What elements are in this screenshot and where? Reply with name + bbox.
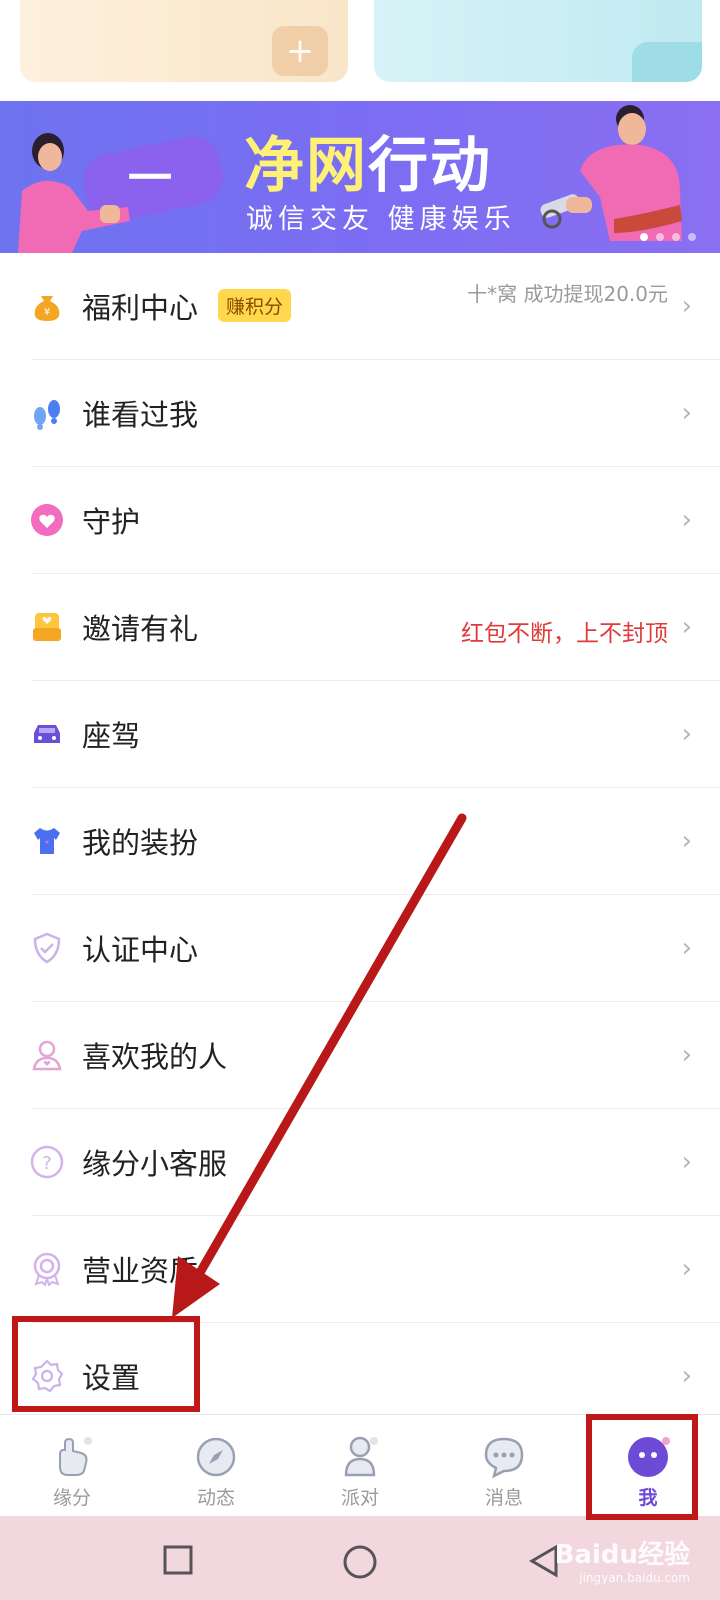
chevron-right-icon: › [681, 933, 692, 963]
tab-party[interactable]: 派对 [288, 1415, 432, 1516]
shield-check-icon [30, 931, 64, 965]
chevron-right-icon: › [681, 612, 692, 642]
system-navigation-bar: Baidu经验 jingyan.baidu.com [0, 1516, 720, 1600]
chevron-right-icon: › [681, 1361, 692, 1391]
menu-item-guard[interactable]: 守护 › [30, 467, 720, 574]
sign-text: 一 [128, 153, 172, 204]
svg-text:¥: ¥ [44, 307, 50, 318]
clean-net-banner[interactable]: 一 净网行动 诚信交友 健康娱乐 [0, 101, 720, 253]
svg-text:?: ? [42, 1153, 52, 1174]
withdraw-ticker: 十*窝 成功提现20.0元 [467, 283, 668, 306]
hand-icon [59, 1437, 92, 1476]
plus-icon: + [272, 26, 328, 76]
menu-item-customer-service[interactable]: ? 缘分小客服 › [30, 1109, 720, 1216]
top-cards: + [0, 0, 720, 100]
banner-title-rest: 行动 [368, 131, 492, 201]
banner-dot [672, 233, 680, 241]
menu-item-car[interactable]: 座驾 › [32, 681, 720, 788]
person-holding-sign-illustration: 一 [18, 133, 223, 253]
chevron-right-icon: › [681, 291, 692, 321]
tab-messages[interactable]: 消息 [432, 1415, 576, 1516]
menu-item-label: 我的装扮 [82, 826, 199, 860]
tab-label: 派对 [340, 1487, 379, 1509]
shirt-icon [30, 824, 64, 858]
menu-item-label: 邀请有礼 [82, 612, 199, 646]
settings-highlight-box [12, 1316, 200, 1412]
profile-menu: ¥ 福利中心 赚积分 十*窝 成功提现20.0元 › 谁看过我 › 守护 › 邀… [0, 253, 720, 1429]
person-heart-icon [30, 1038, 64, 1072]
money-bag-icon: ¥ [30, 289, 64, 323]
gift-icon [30, 610, 64, 644]
menu-item-label: 喜欢我的人 [82, 1040, 228, 1074]
chevron-right-icon: › [681, 719, 692, 749]
person-with-scissors-illustration [540, 105, 682, 241]
menu-item-my-outfit[interactable]: 我的装扮 › [32, 788, 720, 895]
menu-item-welfare-center[interactable]: ¥ 福利中心 赚积分 十*窝 成功提现20.0元 › [32, 253, 720, 360]
car-icon [30, 717, 64, 751]
chevron-right-icon: › [681, 1040, 692, 1070]
menu-item-label: 福利中心 [82, 291, 199, 325]
menu-item-label: 营业资质 [82, 1254, 199, 1288]
people-icon [344, 1436, 378, 1477]
tab-label: 动态 [196, 1487, 235, 1509]
chat-icon [484, 1437, 524, 1479]
chevron-right-icon: › [681, 505, 692, 535]
recent-apps-button[interactable] [162, 1544, 194, 1576]
menu-item-label: 谁看过我 [82, 398, 199, 432]
banner-pagination [640, 233, 696, 241]
banner-title-highlight: 净网 [244, 131, 368, 201]
chevron-right-icon: › [681, 1147, 692, 1177]
banner-dot [688, 233, 696, 241]
promo-card-left[interactable]: + [20, 0, 348, 82]
menu-item-label: 认证中心 [82, 933, 199, 967]
menu-item-people-who-like-me[interactable]: 喜欢我的人 › [32, 1002, 720, 1109]
chevron-right-icon: › [681, 398, 692, 428]
chevron-right-icon: › [681, 826, 692, 856]
tab-fate[interactable]: 缘分 [0, 1415, 144, 1516]
menu-item-business-license[interactable]: 营业资质 › [32, 1216, 720, 1323]
badge-icon [30, 1252, 64, 1286]
baidu-jingyan-watermark: Baidu经验 jingyan.baidu.com [555, 1534, 690, 1585]
banner-dot [640, 233, 648, 241]
menu-item-label: 守护 [82, 505, 141, 539]
invite-promo-text: 红包不断，上不封顶 [461, 621, 668, 647]
help-icon: ? [30, 1145, 64, 1179]
tab-label: 缘分 [52, 1487, 91, 1509]
menu-item-verification-center[interactable]: 认证中心 › [32, 895, 720, 1002]
compass-icon [196, 1437, 236, 1477]
menu-item-label: 座驾 [82, 719, 141, 753]
banner-title: 净网行动 [244, 117, 492, 204]
banner-subtitle: 诚信交友 健康娱乐 [246, 204, 516, 235]
me-tab-highlight-box [586, 1414, 698, 1520]
tab-moments[interactable]: 动态 [144, 1415, 288, 1516]
tab-label: 消息 [484, 1487, 523, 1509]
menu-item-who-viewed-me[interactable]: 谁看过我 › [32, 360, 720, 467]
banner-dot [656, 233, 664, 241]
card-tag [632, 42, 702, 82]
heart-icon [30, 503, 64, 537]
home-button[interactable] [342, 1544, 378, 1580]
watermark-brand: Baidu经验 [554, 1540, 690, 1570]
footprints-icon [30, 396, 64, 430]
promo-card-right[interactable] [374, 0, 702, 82]
chevron-right-icon: › [681, 1254, 692, 1284]
menu-item-label: 缘分小客服 [82, 1147, 228, 1181]
menu-item-invite[interactable]: 邀请有礼 红包不断，上不封顶 › [32, 574, 720, 681]
earn-points-badge: 赚积分 [218, 289, 292, 322]
watermark-url: jingyan.baidu.com [579, 1571, 690, 1585]
